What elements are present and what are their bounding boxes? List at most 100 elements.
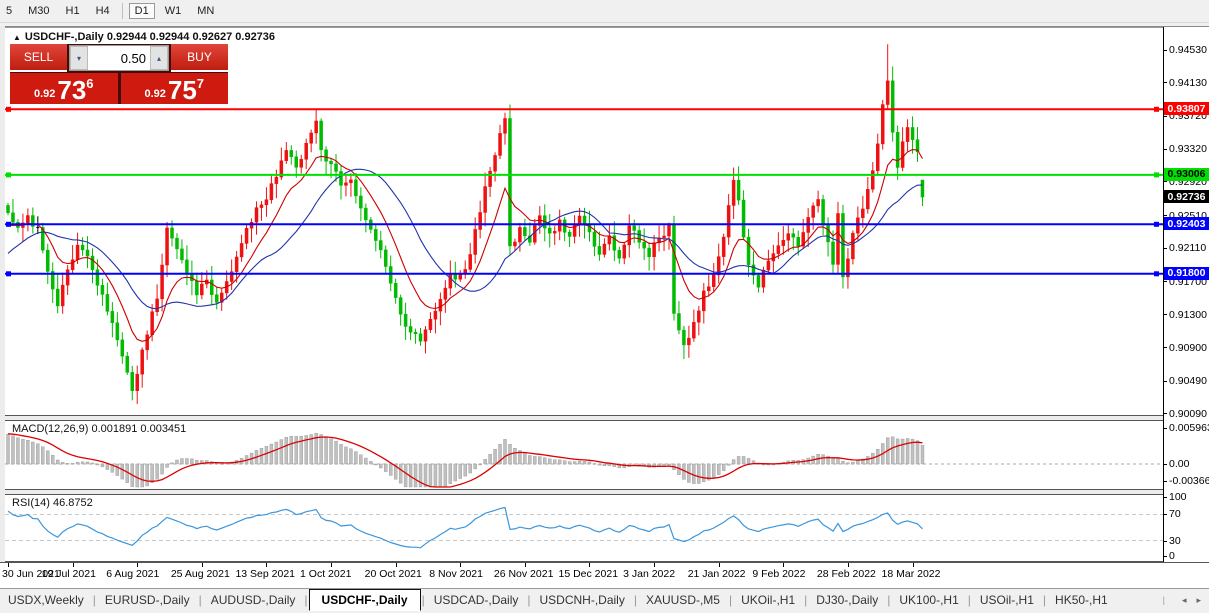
tab-item-ukoil-h1[interactable]: UKOil-,H1 [733,590,803,610]
volume-input[interactable]: 0.50 [88,46,150,70]
macd-histogram-bar [598,464,601,465]
tab-item-usoil-h1[interactable]: USOil-,H1 [972,590,1042,610]
toolbar-item-m30[interactable]: M30 [22,3,55,19]
price-axis-tick: 0.94530 [1169,44,1207,56]
macd-histogram-bar [742,456,745,464]
macd-histogram-bar [434,464,437,487]
date-label: 3 Jan 2022 [623,568,675,580]
tab-item-usdx-weekly[interactable]: USDX,Weekly [0,590,92,610]
tab-item-audusd-daily[interactable]: AUDUSD-,Daily [203,590,304,610]
toolbar-item-h4[interactable]: H4 [90,3,116,19]
toolbar-item-w1[interactable]: W1 [159,3,188,19]
toolbar-separator [122,3,123,19]
rsi-axis-tick: 100 [1169,491,1187,503]
macd-histogram-bar [856,461,859,464]
macd-histogram-bar [702,464,705,482]
macd-histogram-bar [41,447,44,464]
macd-histogram-bar [175,460,178,464]
price-axis-tickmark [1163,248,1167,249]
tab-item-hk50-h1[interactable]: HK50-,H1 [1047,590,1116,610]
tab-item-usdchf-daily[interactable]: USDCHF-,Daily [309,589,421,611]
hline-handle[interactable] [1154,222,1159,227]
macd-histogram-bar [414,464,417,487]
macd-histogram-bar [290,436,293,464]
tab-scroll-arrows: |◂▸ [1162,595,1201,606]
hline-handle[interactable] [1154,271,1159,276]
toolbar-item-h1[interactable]: H1 [60,3,86,19]
date-label: 8 Nov 2021 [429,568,483,580]
price-badge: 0.93006 [1164,168,1209,181]
macd-histogram-bar [379,464,382,468]
rsi-axis-tickmark [1163,497,1167,498]
sell-price-pip: 6 [86,76,93,91]
toolbar-item-d1[interactable]: D1 [129,3,155,19]
date-tickmark [331,563,332,567]
sell-price[interactable]: 0.92 73 6 [10,73,118,104]
price-axis-tick: 0.92110 [1169,242,1206,254]
rsi-axis-tickmark [1163,541,1167,542]
macd-histogram-bar [697,464,700,484]
tab-scroll-left-icon[interactable]: ◂ [1182,595,1187,606]
toolbar-item-mn[interactable]: MN [191,3,220,19]
hline-handle[interactable] [6,271,11,276]
macd-axis-tick: -0.003664 [1169,475,1209,487]
date-tickmark [8,563,9,567]
macd-histogram-bar [822,455,825,464]
macd-histogram-bar [717,464,720,475]
tab-item-xauusd-m5[interactable]: XAUUSD-,M5 [638,590,728,610]
price-axis-tickmark [1163,281,1167,282]
volume-decrease-button[interactable]: ▾ [70,46,88,70]
macd-histogram-bar [866,456,869,464]
macd-histogram-bar [190,459,193,464]
date-tickmark [202,563,203,567]
date-label: 13 Sep 2021 [235,568,295,580]
macd-histogram-bar [16,438,19,464]
collapse-triangle-icon[interactable]: ▲ [13,33,21,42]
volume-increase-button[interactable]: ▴ [150,46,168,70]
macd-histogram-bar [116,464,119,476]
buy-button[interactable]: BUY [171,44,228,72]
macd-histogram-bar [469,464,472,473]
hline-handle[interactable] [1154,172,1159,177]
hline-handle[interactable] [1154,107,1159,112]
hline-handle[interactable] [6,172,11,177]
tab-item-usdcad-daily[interactable]: USDCAD-,Daily [426,590,527,610]
macd-histogram-bar [11,436,14,464]
macd-histogram-bar [136,464,139,487]
macd-histogram-bar [454,464,457,481]
macd-histogram-bar [747,458,750,464]
date-tickmark [266,563,267,567]
macd-histogram-bar [504,439,507,464]
macd-histogram-bar [335,441,338,464]
macd-histogram-bar [399,464,402,483]
rsi-axis-tick: 30 [1169,535,1181,547]
tab-item-uk100-h1[interactable]: UK100-,H1 [891,590,966,610]
hline-handle[interactable] [6,107,11,112]
macd-histogram-bar [280,440,283,464]
tab-scroll-right-icon[interactable]: ▸ [1196,595,1201,606]
tab-item-usdcnh-daily[interactable]: USDCNH-,Daily [532,590,633,610]
toolbar-item-5[interactable]: 5 [0,3,18,19]
macd-histogram-bar [538,457,541,464]
chart-tab-bar: USDX,Weekly|EURUSD-,Daily|AUDUSD-,Daily|… [0,588,1209,611]
tab-item-eurusd-daily[interactable]: EURUSD-,Daily [97,590,198,610]
price-axis-tickmark [1163,50,1167,51]
hline-handle[interactable] [6,222,11,227]
macd-histogram-bar [161,464,164,474]
candlestick-chart[interactable] [5,27,1163,562]
macd-histogram-bar [668,464,671,465]
sell-button[interactable]: SELL [10,44,67,72]
macd-histogram-bar [389,464,392,475]
macd-histogram-bar [459,464,462,479]
macd-histogram-bar [220,463,223,464]
tab-item-dj30-daily[interactable]: DJ30-,Daily [808,590,886,610]
date-label: 6 Aug 2021 [106,568,159,580]
macd-histogram-bar [36,444,39,464]
sell-price-prefix: 0.92 [34,88,55,100]
macd-histogram-bar [464,464,467,476]
buy-price[interactable]: 0.92 75 7 [121,73,229,104]
macd-histogram-bar [474,464,477,469]
macd-histogram-bar [901,439,904,464]
macd-histogram-bar [51,455,54,464]
macd-histogram-bar [836,458,839,464]
